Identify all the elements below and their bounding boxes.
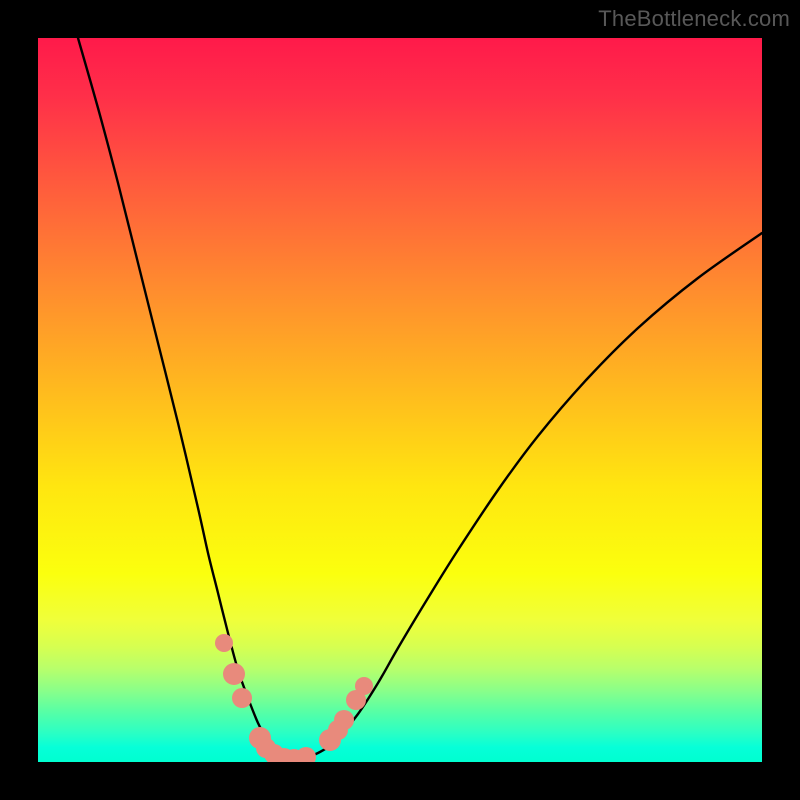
bottleneck-curve-svg xyxy=(38,38,762,762)
highlight-dot xyxy=(296,747,316,762)
highlight-dot xyxy=(232,688,252,708)
highlight-dot xyxy=(223,663,245,685)
highlight-dot xyxy=(334,710,354,730)
highlight-dot xyxy=(215,634,233,652)
image-frame: TheBottleneck.com xyxy=(0,0,800,800)
highlight-dot xyxy=(355,677,373,695)
highlight-dots xyxy=(215,634,373,762)
watermark-text: TheBottleneck.com xyxy=(598,6,790,32)
bottleneck-curve xyxy=(78,38,762,759)
plot-area xyxy=(38,38,762,762)
